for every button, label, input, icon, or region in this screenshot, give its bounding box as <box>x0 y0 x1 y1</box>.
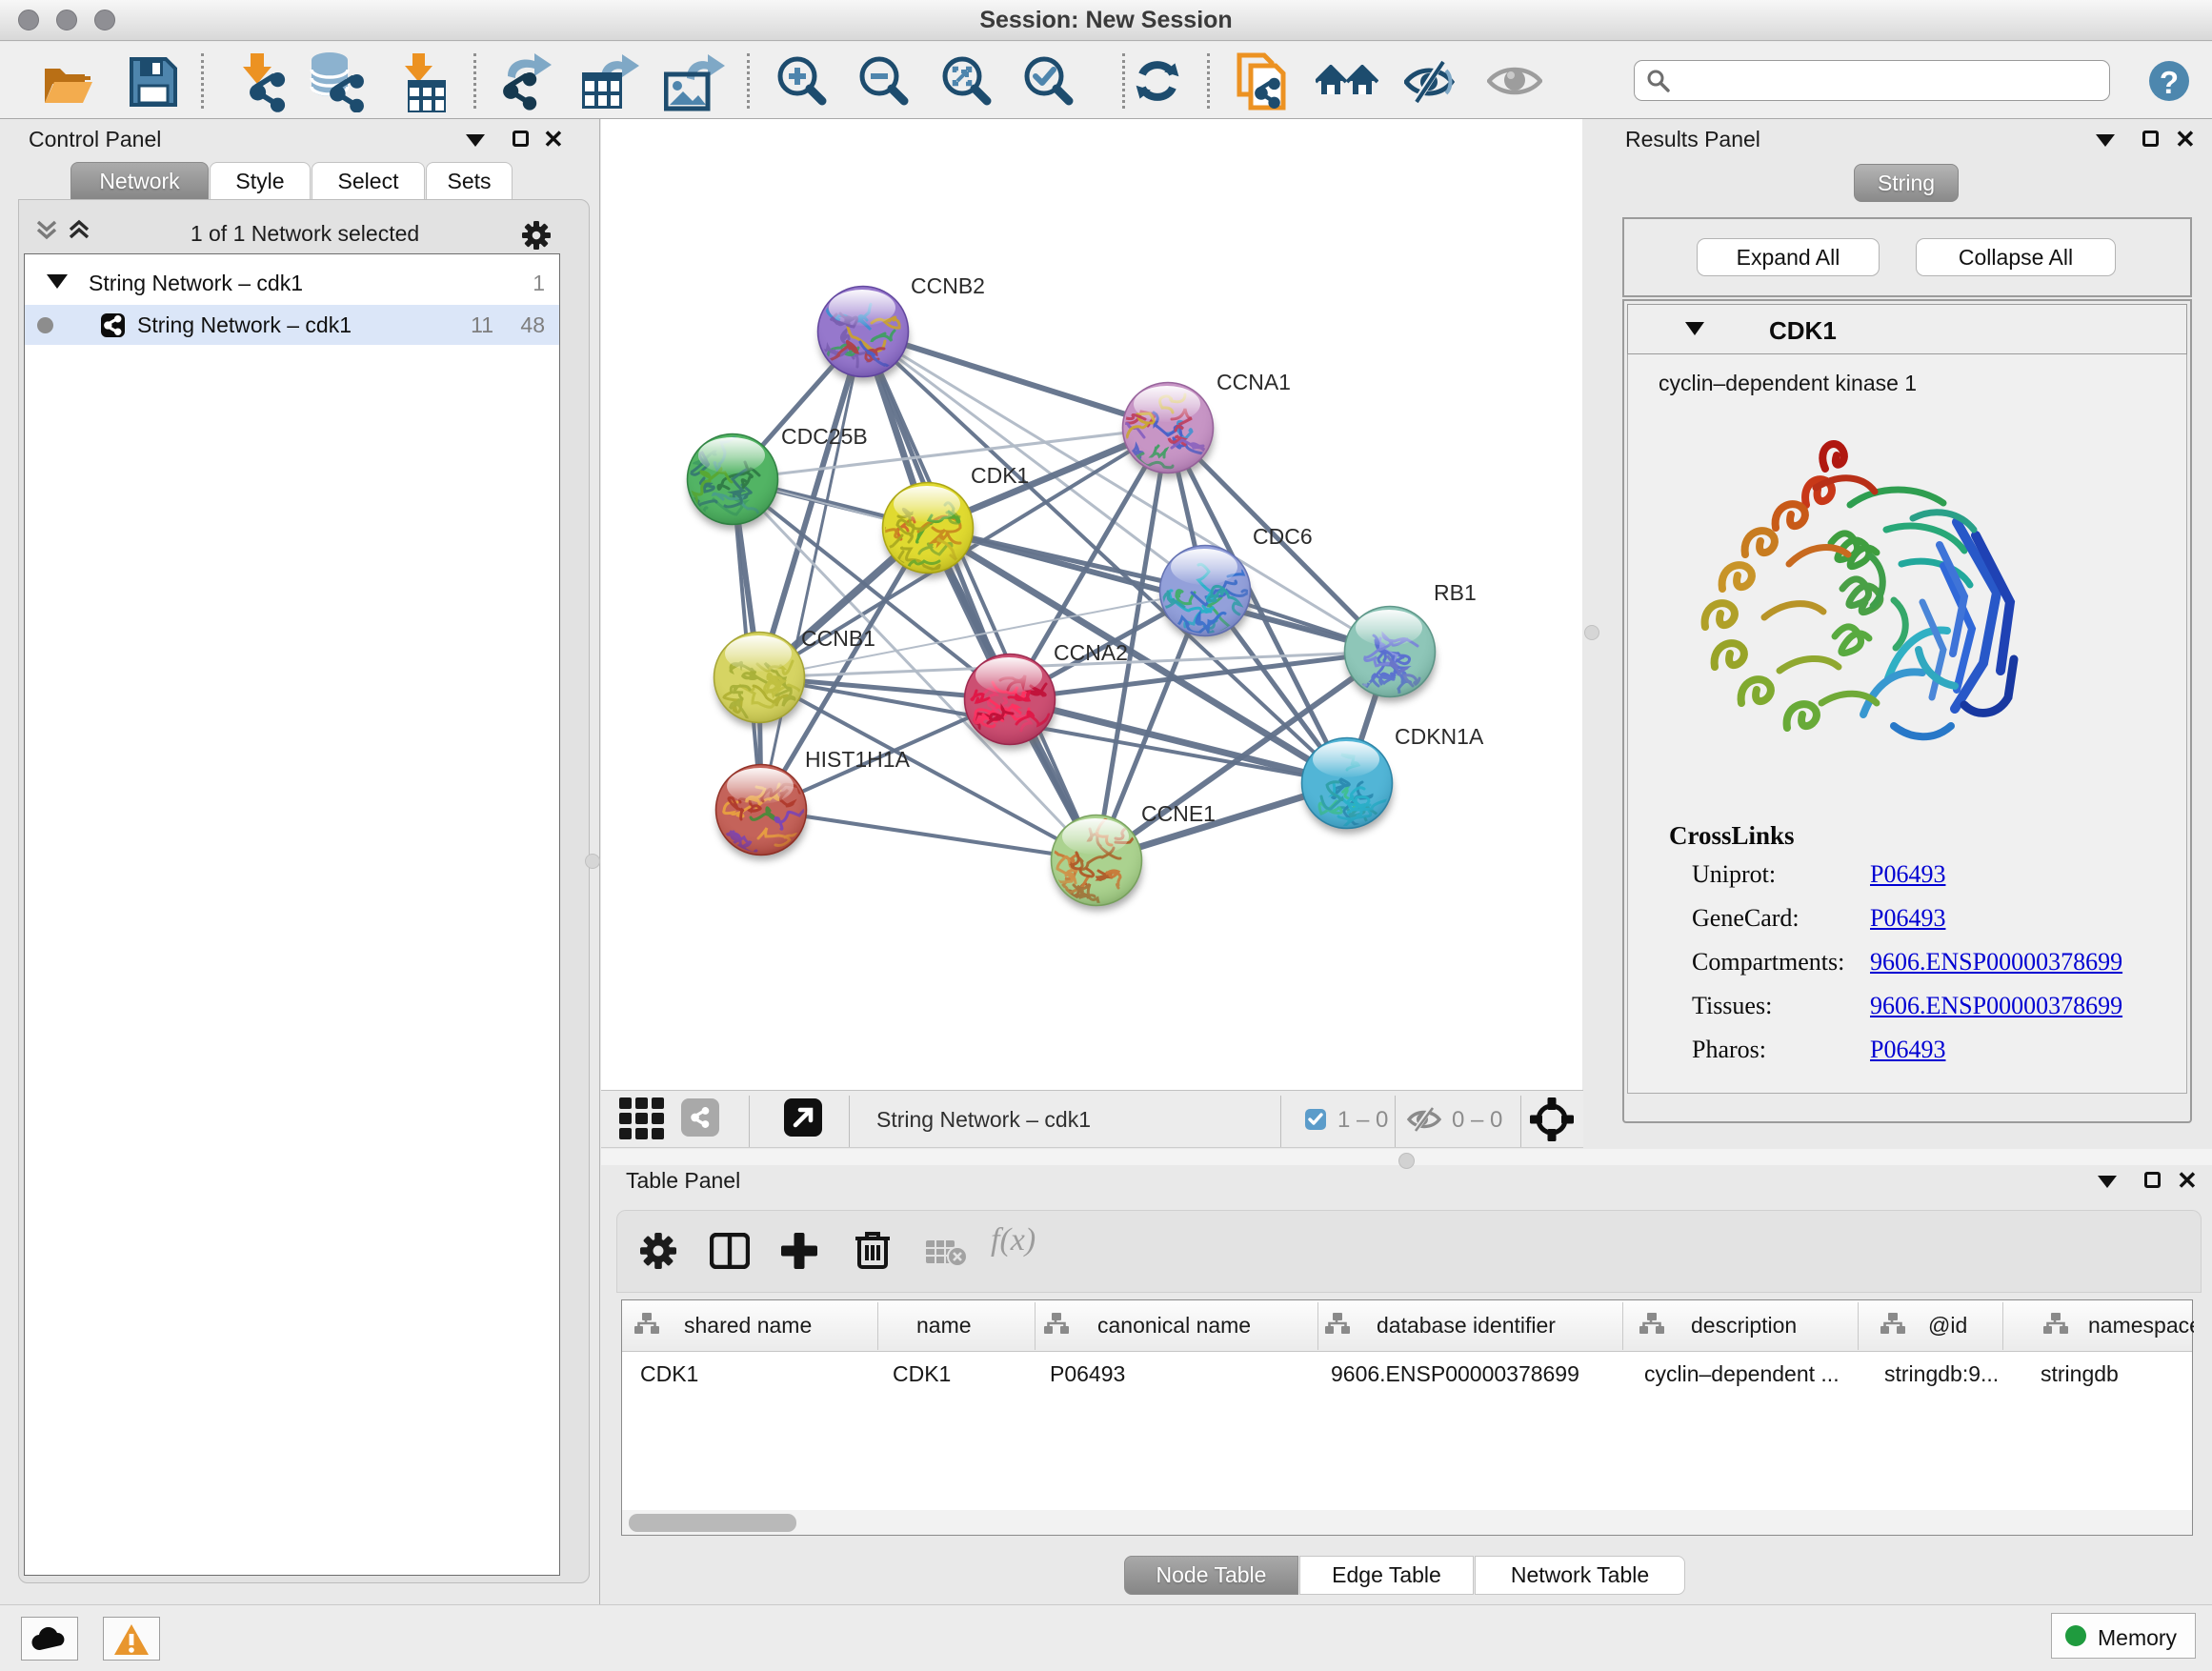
svg-text:HIST1H1A: HIST1H1A <box>805 747 911 772</box>
svg-text:CCNA1: CCNA1 <box>1217 370 1291 394</box>
svg-text:CDC25B: CDC25B <box>781 424 868 449</box>
svg-text:CCNB2: CCNB2 <box>911 273 985 298</box>
svg-text:RB1: RB1 <box>1434 580 1477 605</box>
svg-text:CCNE1: CCNE1 <box>1141 801 1216 826</box>
svg-text:CCNB1: CCNB1 <box>801 626 875 651</box>
svg-text:CDK1: CDK1 <box>971 463 1029 488</box>
svg-text:CCNA2: CCNA2 <box>1054 640 1128 665</box>
svg-text:CDC6: CDC6 <box>1253 524 1313 549</box>
svg-text:CDKN1A: CDKN1A <box>1395 724 1484 749</box>
